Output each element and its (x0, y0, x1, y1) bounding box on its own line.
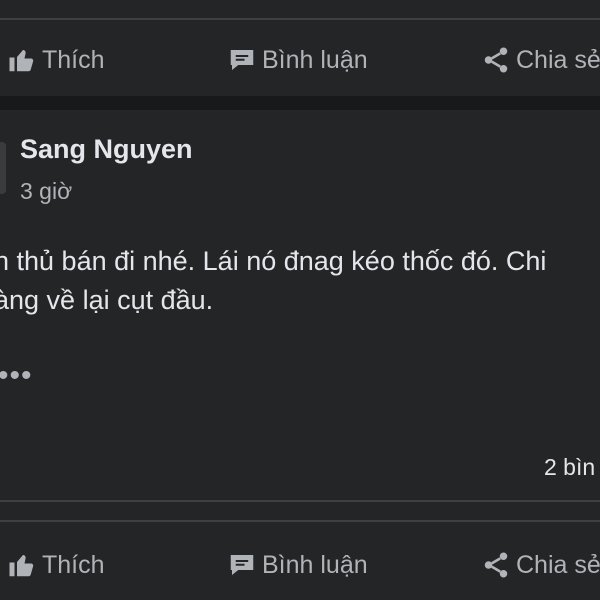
post-text-line: n thủ bán đi nhé. Lái nó đnag kéo thốc đ… (0, 246, 547, 276)
like-label: Thích (42, 550, 105, 579)
share-button[interactable]: Chia sẻ (480, 25, 600, 95)
post-timestamp[interactable]: 3 giờ (20, 178, 72, 205)
share-icon (480, 549, 512, 581)
comment-label: Bình luận (262, 550, 368, 579)
like-button[interactable]: Thích (6, 530, 105, 600)
speech-bubble-icon (226, 549, 258, 581)
comment-label: Bình luận (262, 45, 368, 74)
post-divider (0, 500, 600, 502)
like-label: Thích (42, 45, 105, 74)
share-button[interactable]: Chia sẻ (480, 530, 600, 600)
feed-separator (0, 96, 600, 110)
top-divider (0, 18, 600, 20)
share-label: Chia sẻ (516, 550, 600, 579)
comment-button[interactable]: Bình luận (226, 25, 368, 95)
avatar[interactable] (0, 142, 6, 194)
post-actions-bottom: Thích Bình luận Chia sẻ (0, 530, 600, 600)
like-button[interactable]: Thích (6, 25, 105, 95)
facebook-feed: Thích Bình luận Chia sẻ Sang Nguyen 3 gi… (0, 0, 600, 600)
post-actions-top: Thích Bình luận Chia sẻ (0, 25, 600, 95)
comment-button[interactable]: Bình luận (226, 530, 368, 600)
speech-bubble-icon (226, 44, 258, 76)
post-card: Sang Nguyen 3 giờ n thủ bán đi nhé. Lái … (0, 110, 600, 500)
action-divider (0, 520, 600, 522)
post-author[interactable]: Sang Nguyen (20, 134, 193, 165)
comment-count[interactable]: 2 bìn (544, 454, 595, 481)
more-options-icon[interactable]: ••• (0, 361, 33, 391)
thumbs-up-icon (6, 44, 38, 76)
share-icon (480, 44, 512, 76)
share-label: Chia sẻ (516, 45, 600, 74)
post-text-line: àng về lại cụt đầu. (0, 285, 214, 315)
thumbs-up-icon (6, 549, 38, 581)
post-text: n thủ bán đi nhé. Lái nó đnag kéo thốc đ… (0, 242, 546, 320)
